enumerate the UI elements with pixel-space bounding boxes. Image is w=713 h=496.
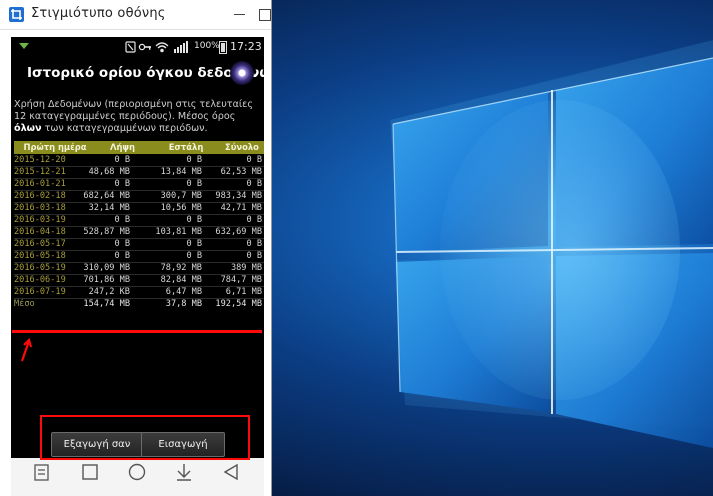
window-titlebar[interactable]: Στιγμιότυπο οθόνης (0, 0, 271, 30)
table-cell: 701,86 MB (83, 275, 130, 285)
average-cell: Μέσο (14, 299, 35, 309)
battery-icon (219, 41, 227, 54)
table-cell: 0 B (246, 155, 262, 165)
table-cell: 2016-06-19 (14, 275, 66, 285)
table-cell: 2016-03-18 (14, 203, 66, 213)
table-cell: 300,7 MB (160, 191, 202, 201)
header-sent: Εστάλη (168, 142, 204, 152)
signal-icon (174, 41, 188, 53)
table-cell: 682,64 MB (83, 191, 130, 201)
table-cell: 2016-05-18 (14, 251, 66, 261)
table-cell: 2016-04-18 (14, 227, 66, 237)
key-icon (138, 43, 151, 51)
screenshot-window: Στιγμιότυπο οθόνης 100% 17:23 Ιστορικό ο… (0, 0, 272, 496)
table-cell: 103,81 MB (155, 227, 202, 237)
status-time: 17:23 (230, 40, 262, 53)
square-icon[interactable] (82, 464, 98, 480)
average-cell: 37,8 MB (165, 299, 202, 309)
table-cell: 10,56 MB (160, 203, 202, 213)
header-first-day: Πρώτη ημέρα (23, 142, 87, 152)
window-title: Στιγμιότυπο οθόνης (31, 6, 166, 21)
table-cell: 784,7 MB (220, 275, 262, 285)
table-cell: 0 B (246, 215, 262, 225)
download-icon[interactable] (177, 464, 191, 481)
download-notification-icon (19, 43, 29, 49)
table-cell: 48,68 MB (88, 167, 130, 177)
table-cell: 0 B (114, 215, 130, 225)
table-cell: 632,69 MB (215, 227, 262, 237)
table-cell: 62,53 MB (220, 167, 262, 177)
app-title: Ιστορικό ορίου όγκου δεδομένων (27, 65, 264, 81)
wifi-icon (155, 42, 169, 53)
table-cell: 0 B (114, 239, 130, 249)
battery-percent: 100% (194, 41, 220, 51)
table-cell: 0 B (114, 155, 130, 165)
table-cell: 2016-07-19 (14, 287, 66, 297)
table-cell: 0 B (186, 155, 202, 165)
table-cell: 0 B (114, 179, 130, 189)
average-cell: 192,54 MB (215, 299, 262, 309)
table-cell: 0 B (246, 179, 262, 189)
table-cell: 2016-02-18 (14, 191, 66, 201)
annotation-box (40, 415, 250, 460)
recents-icon[interactable] (34, 464, 49, 481)
table-cell: 32,14 MB (88, 203, 130, 213)
table-cell: 0 B (246, 251, 262, 261)
average-row: Μέσο 154,74 MB 37,8 MB 192,54 MB (14, 299, 264, 311)
table-cell: 2016-05-19 (14, 263, 66, 273)
table-cell: 0 B (114, 251, 130, 261)
table-cell: 0 B (186, 251, 202, 261)
annotation-arrow-icon (20, 337, 33, 362)
table-cell: 528,87 MB (83, 227, 130, 237)
table-cell: 82,84 MB (160, 275, 202, 285)
table-cell: 983,34 MB (215, 191, 262, 201)
table-cell: 2015-12-21 (14, 167, 66, 177)
table-cell: 2016-03-19 (14, 215, 66, 225)
table-cell: 0 B (186, 179, 202, 189)
table-cell: 78,92 MB (160, 263, 202, 273)
table-header: Πρώτη ημέρα Λήψη Εστάλη Σύνολο (14, 141, 264, 154)
description-text: Χρήση Δεδομένων (περιορισμένη στις τελευ… (14, 99, 253, 134)
table-cell: 2015-12-20 (14, 155, 66, 165)
table-cell: 42,71 MB (220, 203, 262, 213)
table-cell: 389 MB (230, 263, 262, 273)
nfc-icon (125, 41, 136, 53)
header-received: Λήψη (109, 142, 136, 152)
annotation-underline (12, 330, 262, 333)
minimize-icon (234, 14, 245, 15)
table-cell: 6,47 MB (165, 287, 202, 297)
android-nav-bar (11, 458, 264, 496)
table-cell: 13,84 MB (160, 167, 202, 177)
table-cell: 310,09 MB (83, 263, 130, 273)
table-cell: 2016-05-17 (14, 239, 66, 249)
table-cell: 0 B (246, 239, 262, 249)
back-icon[interactable] (223, 463, 238, 481)
maximize-button[interactable] (253, 3, 271, 25)
crop-screenshot-icon (9, 7, 24, 22)
android-status-bar: 100% 17:23 (11, 37, 264, 57)
table-cell: 247,2 KB (88, 287, 130, 297)
menu-orb-icon[interactable] (230, 61, 254, 85)
table-cell: 6,71 MB (225, 287, 262, 297)
table-cell: 0 B (186, 215, 202, 225)
table-cell: 2016-01-21 (14, 179, 66, 189)
header-total: Σύνολο (225, 142, 259, 152)
home-circle-icon[interactable] (128, 463, 146, 481)
maximize-icon (259, 9, 271, 21)
table-cell: 0 B (186, 239, 202, 249)
average-cell: 154,74 MB (83, 299, 130, 309)
minimize-button[interactable] (228, 3, 252, 25)
